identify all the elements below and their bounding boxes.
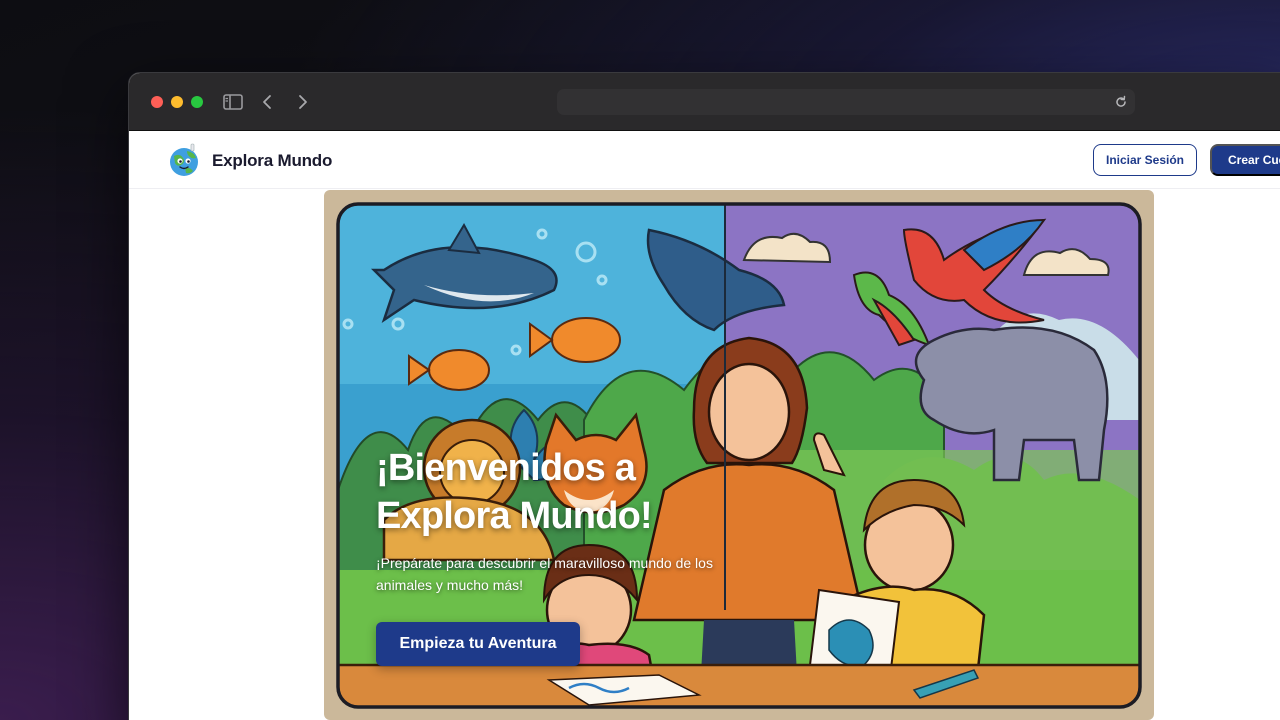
minimize-window-button[interactable]	[171, 96, 183, 108]
close-window-button[interactable]	[151, 96, 163, 108]
reload-icon[interactable]	[1113, 94, 1129, 110]
chevron-right-icon[interactable]	[292, 92, 314, 112]
address-bar[interactable]	[557, 89, 1135, 115]
hero-subtitle: ¡Prepárate para descubrir el maravilloso…	[376, 555, 713, 593]
globe-mascot-icon[interactable]	[165, 141, 203, 179]
site-header: Explora Mundo Iniciar Sesión Crear Cue	[129, 131, 1280, 189]
start-adventure-button[interactable]: Empieza tu Aventura	[376, 622, 580, 666]
sidebar-icon[interactable]	[222, 92, 244, 112]
browser-window: Explora Mundo Iniciar Sesión Crear Cue ¡…	[128, 72, 1280, 720]
chevron-left-icon[interactable]	[256, 92, 278, 112]
brand-name[interactable]: Explora Mundo	[212, 151, 332, 171]
window-controls	[151, 96, 203, 108]
hero-title: ¡Bienvenidos a Explora Mundo!	[376, 447, 653, 537]
hero-banner: ¡Bienvenidos a Explora Mundo! ¡Prepárate…	[324, 190, 1154, 720]
login-button[interactable]: Iniciar Sesión	[1093, 144, 1197, 176]
browser-titlebar	[129, 73, 1280, 131]
signup-button[interactable]: Crear Cue	[1210, 144, 1280, 176]
maximize-window-button[interactable]	[191, 96, 203, 108]
